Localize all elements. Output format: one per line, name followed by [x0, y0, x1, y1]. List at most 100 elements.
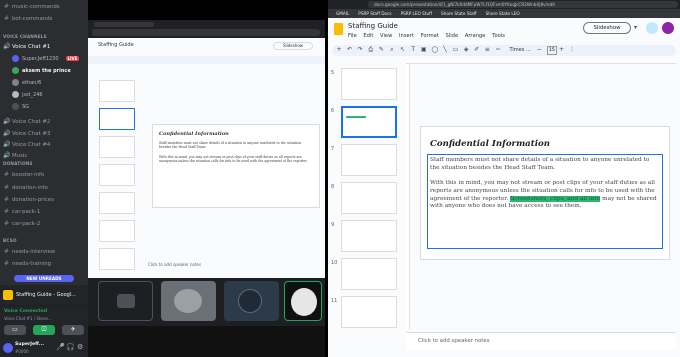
slide-thumbnail[interactable]	[99, 248, 135, 270]
slideshow-button[interactable]: Slideshow	[273, 42, 313, 50]
mini-slide-canvas[interactable]: Confidential Information Staff members m…	[152, 124, 320, 208]
bookmark[interactable]: Shore State LEO	[486, 11, 520, 16]
bookmark[interactable]: PSRP LEO Stuff	[401, 11, 432, 16]
select-icon[interactable]: ↖	[400, 47, 406, 53]
menu-arrange[interactable]: Arrange	[465, 33, 486, 39]
channel-donation-prices[interactable]: # donation-prices	[3, 196, 87, 203]
share-icon[interactable]	[646, 22, 658, 34]
slide-thumbnail[interactable]	[99, 80, 135, 102]
screen-share-button[interactable]: ⎚	[33, 325, 55, 335]
shape-icon[interactable]: ◯	[431, 47, 438, 53]
slide-thumbnail[interactable]	[341, 258, 397, 290]
stream-preview[interactable]: Staffing Guide - Googl...	[0, 285, 88, 305]
slide-heading[interactable]: Confidential Information	[430, 139, 550, 151]
participant-tile-avatar[interactable]	[161, 281, 216, 321]
doc-title[interactable]: Staffing Guide	[348, 22, 398, 30]
slide-thumbnail[interactable]	[99, 220, 135, 242]
chevron-down-icon[interactable]: ▾	[634, 24, 637, 31]
slide-thumbnail[interactable]	[341, 182, 397, 214]
slides-logo-icon[interactable]	[334, 23, 343, 35]
menu-file[interactable]: File	[348, 33, 357, 39]
voice-user[interactable]: SG	[12, 103, 29, 110]
camera-button[interactable]: ▭	[4, 325, 26, 335]
menu-view[interactable]: View	[380, 33, 392, 39]
channel-needs-interview[interactable]: # needs-interview	[3, 248, 87, 255]
slide-thumbnail[interactable]	[99, 136, 135, 158]
border-color-icon[interactable]: ✐	[474, 47, 480, 53]
voice-user[interactable]: aksem the prince	[12, 67, 71, 74]
slide-thumbnail[interactable]	[341, 144, 397, 176]
menu-slide[interactable]: Slide	[446, 33, 459, 39]
slide-thumbnail-selected[interactable]	[99, 108, 135, 130]
voice-channel-3[interactable]: 🔊 Voice Chat #3	[3, 130, 87, 137]
menu-tools[interactable]: Tools	[492, 33, 505, 39]
account-avatar[interactable]	[662, 22, 674, 34]
add-slide-icon[interactable]: +	[336, 47, 342, 53]
browser-tab[interactable]	[94, 22, 154, 27]
slide-para2[interactable]: With this in mind, you may not stream or…	[430, 180, 658, 211]
print-icon[interactable]: ⎙	[368, 47, 374, 53]
channel-car-pack-2[interactable]: # car-pack-2	[3, 220, 87, 227]
slide-para1[interactable]: Staff members must not share details of …	[430, 157, 658, 173]
slide-thumbnail[interactable]	[341, 68, 397, 100]
border-dash-icon[interactable]: ┅	[495, 47, 501, 53]
menu-format[interactable]: Format	[421, 33, 439, 39]
new-unreads-pill[interactable]: NEW UNREADS	[14, 275, 74, 282]
category-donations[interactable]: DONATIONS	[3, 161, 33, 166]
bookmark[interactable]: GMAIL	[336, 11, 349, 16]
slide-thumbnail-selected[interactable]	[341, 106, 397, 138]
slide-thumbnail[interactable]	[99, 192, 135, 214]
bookmark[interactable]: Shore State Staff	[441, 11, 477, 16]
redo-icon[interactable]: ↷	[357, 47, 363, 53]
channel-car-pack-1[interactable]: # car-pack-1	[3, 208, 87, 215]
textbox-icon[interactable]: T	[410, 47, 416, 53]
slideshow-button[interactable]: Slideshow	[583, 22, 631, 34]
line-icon[interactable]: ╲	[442, 47, 448, 53]
minus-icon[interactable]: −	[536, 47, 542, 53]
voice-user[interactable]: Super.Jeff1230 LIVE	[12, 55, 80, 62]
channel-donation-info[interactable]: # donation-info	[3, 184, 87, 191]
category-bcso[interactable]: BCSO	[3, 238, 17, 243]
slide-thumbnail[interactable]	[341, 296, 397, 328]
menu-edit[interactable]: Edit	[363, 33, 373, 39]
paint-format-icon[interactable]: ✎	[378, 47, 384, 53]
activity-button[interactable]: ✈	[62, 325, 84, 335]
voice-channel-2[interactable]: 🔊 Voice Chat #2	[3, 118, 87, 125]
self-avatar[interactable]	[3, 343, 13, 353]
bookmark[interactable]: PSRP Staff Docs	[358, 11, 391, 16]
undo-icon[interactable]: ↶	[347, 47, 353, 53]
border-weight-icon[interactable]: ≡	[484, 47, 490, 53]
comment-icon[interactable]: ▭	[453, 47, 459, 53]
category-voice-channels[interactable]: VOICE CHANNELS	[3, 34, 47, 39]
speaker-notes-area[interactable]: Click to add speaker notes	[406, 332, 676, 350]
font-size-field[interactable]: 15	[546, 46, 557, 55]
mini-speaker-notes[interactable]: Click to add speaker notes	[148, 262, 201, 267]
slide-thumbnail[interactable]	[99, 164, 135, 186]
font-select[interactable]: Times ...	[510, 47, 531, 53]
more-icon[interactable]: ⋮	[569, 47, 575, 53]
url-field[interactable]: docs.google.com/presentation/d/1_gNl7k0d…	[368, 1, 678, 8]
gear-icon[interactable]: ⚙	[77, 343, 83, 351]
channel-music-commands[interactable]: # music-commands	[3, 3, 87, 10]
slide-thumbnail[interactable]	[341, 220, 397, 252]
voice-user[interactable]: ethan/6	[12, 79, 41, 86]
slide-canvas[interactable]: Confidential Information Staff members m…	[420, 126, 670, 260]
headphones-icon[interactable]: 🎧	[66, 343, 75, 351]
channel-needs-training[interactable]: # needs-training	[3, 260, 87, 267]
voice-channel-music[interactable]: 🔊 Music	[3, 152, 87, 159]
voice-user[interactable]: jsst_246	[12, 91, 43, 98]
mic-icon[interactable]: 🎤	[56, 343, 65, 351]
zoom-icon[interactable]: ⌕	[389, 47, 395, 53]
channel-booster-info[interactable]: # booster-info	[3, 171, 87, 178]
voice-channel-4[interactable]: 🔊 Voice Chat #4	[3, 141, 87, 148]
plus-icon[interactable]: +	[558, 47, 564, 53]
fill-color-icon[interactable]: ◈	[463, 47, 469, 53]
participant-tile-speaking[interactable]	[284, 281, 322, 321]
menu-insert[interactable]: Insert	[399, 33, 414, 39]
address-bar[interactable]	[92, 29, 320, 36]
participant-tile-avatar[interactable]	[224, 281, 279, 321]
voice-channel-1[interactable]: 🔊 Voice Chat #1	[3, 43, 87, 50]
participant-tile-camera-off[interactable]	[98, 281, 153, 321]
channel-bot-commands[interactable]: # bot-commands	[3, 15, 87, 22]
image-icon[interactable]: ▣	[421, 47, 427, 53]
